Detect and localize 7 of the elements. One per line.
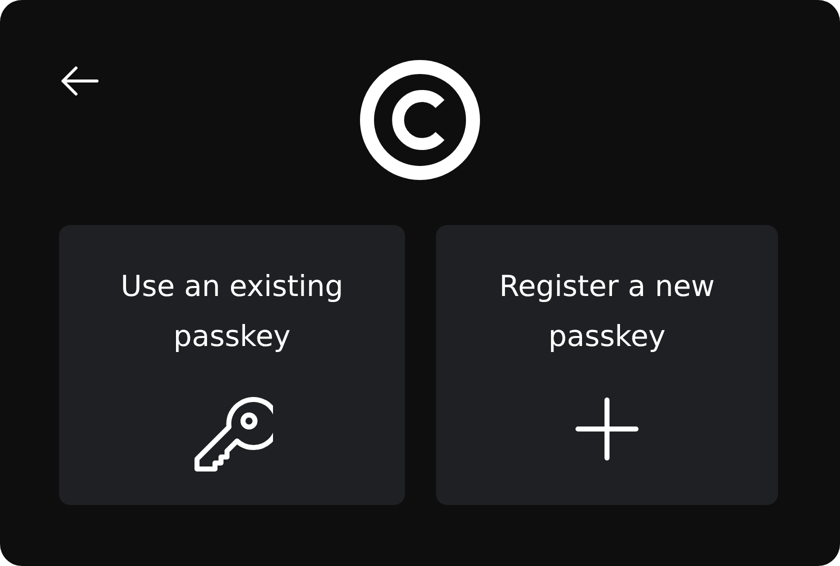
logo-icon — [360, 60, 480, 180]
back-button[interactable] — [59, 64, 101, 98]
card-label: Register a new passkey — [498, 268, 716, 355]
option-card[interactable]: Register a new passkey — [436, 225, 778, 505]
option-card[interactable]: Use an existing passkey — [59, 225, 405, 505]
card-label: Use an existing passkey — [120, 268, 344, 355]
plus-icon — [575, 397, 639, 461]
